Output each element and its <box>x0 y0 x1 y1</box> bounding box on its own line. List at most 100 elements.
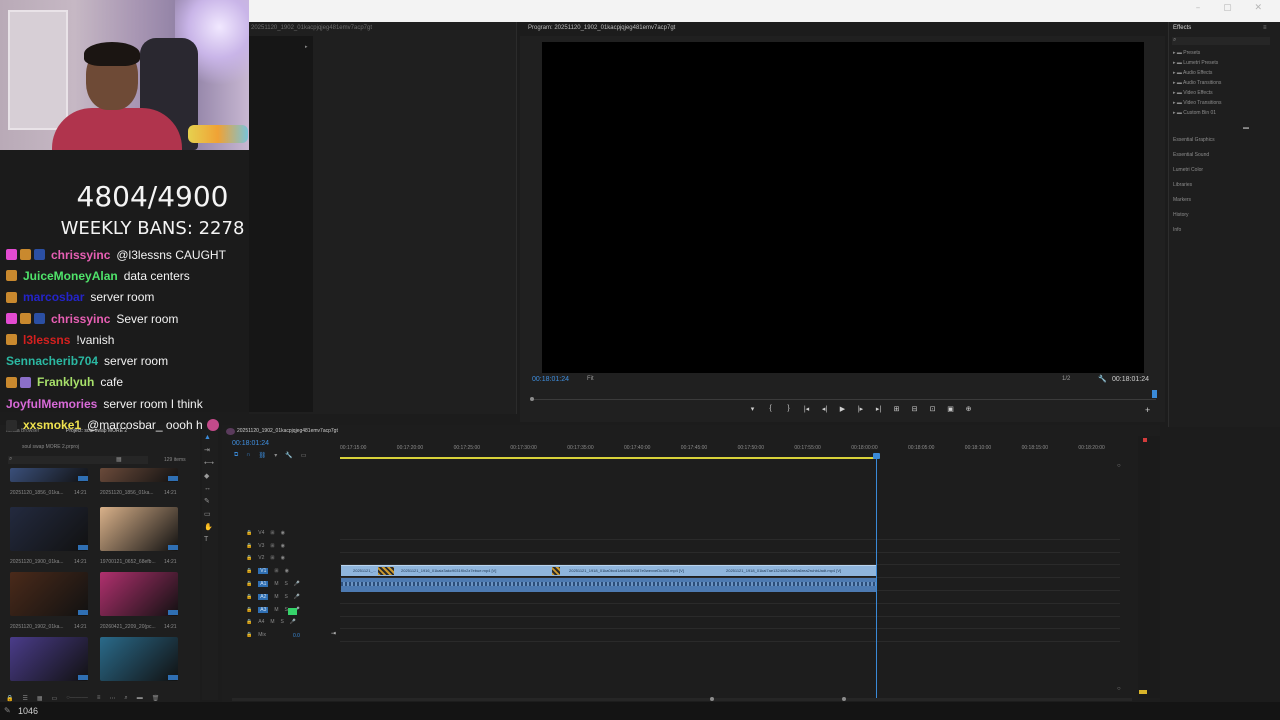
solo-icon[interactable]: S <box>285 594 288 600</box>
track-lane[interactable] <box>340 628 1120 629</box>
work-area-bar[interactable] <box>340 457 876 459</box>
track-select-tool-icon[interactable]: ⇥ <box>204 446 214 454</box>
program-playhead[interactable] <box>1152 390 1157 398</box>
track-label[interactable]: V4 <box>258 530 264 536</box>
captions-icon[interactable]: ▭ <box>301 452 307 459</box>
solo-icon[interactable]: S <box>281 619 284 625</box>
list-view-icon[interactable]: ☰ <box>22 695 27 702</box>
project-clip-thumbnail[interactable] <box>100 507 178 551</box>
extract-button[interactable]: ⊟ <box>910 405 919 413</box>
lock-icon[interactable]: 🔒 <box>246 632 252 638</box>
mark-in-button[interactable]: { <box>766 405 775 413</box>
chat-username[interactable]: marcosbar <box>23 290 84 304</box>
effects-folder[interactable]: ▸ ▬ Custom Bin 01 <box>1173 110 1222 120</box>
project-clip-thumbnail[interactable] <box>10 507 88 551</box>
lock-icon[interactable]: 🔒 <box>246 581 252 587</box>
eye-icon[interactable]: ◉ <box>285 568 289 574</box>
timeline-horizontal-scrollbar[interactable] <box>232 698 1132 701</box>
timeline-sequence-tab[interactable]: 20251120_1902_01kacpjqjeg481emv7acp7gt <box>237 428 338 434</box>
microphone-icon[interactable]: 🎤 <box>294 581 300 587</box>
step-back-button[interactable]: ◂| <box>820 405 829 413</box>
linked-selection-icon[interactable]: ⛓ <box>259 452 267 459</box>
program-monitor-viewport[interactable] <box>542 42 1144 373</box>
sync-lock-icon[interactable]: ⊞ <box>270 530 274 536</box>
track-lane[interactable] <box>340 539 1120 540</box>
chat-username[interactable]: l3lessns <box>23 333 70 347</box>
mute-icon[interactable]: M <box>274 594 278 600</box>
sync-lock-icon[interactable]: ⊞ <box>274 568 278 574</box>
program-monitor-title[interactable]: Program: 20251120_1902_01kacpjqjeg481emv… <box>528 25 675 31</box>
lock-icon[interactable]: 🔒 <box>246 607 252 613</box>
scroll-handle-left[interactable] <box>710 697 714 701</box>
lock-icon[interactable]: 🔒 <box>246 543 252 549</box>
vertical-scroll-handle[interactable]: ○ <box>1117 463 1121 469</box>
chevron-right-icon[interactable]: ▸ <box>305 44 308 50</box>
step-forward-button[interactable]: |▸ <box>856 405 865 413</box>
snap-icon[interactable]: ∩ <box>246 452 250 459</box>
transition-marker[interactable] <box>378 567 394 575</box>
marker-button[interactable]: ▾ <box>748 405 757 413</box>
chat-username[interactable]: JoyfulMemories <box>6 397 97 411</box>
hand-tool-icon[interactable]: ✋ <box>204 523 214 531</box>
track-lane[interactable] <box>340 603 1120 604</box>
lock-icon[interactable]: 🔒 <box>246 619 252 625</box>
mark-out-button[interactable]: } <box>784 405 793 413</box>
track-label[interactable]: V1 <box>258 568 269 574</box>
workspace-panel-item[interactable]: Libraries <box>1173 182 1215 197</box>
track-label[interactable]: Mix <box>258 632 266 638</box>
eye-icon[interactable]: ◉ <box>281 555 285 561</box>
automate-icon[interactable]: ⋯ <box>109 695 115 702</box>
track-lane[interactable] <box>340 552 1120 553</box>
type-tool-icon[interactable]: T <box>204 536 214 543</box>
project-clip-thumbnail[interactable] <box>10 572 88 616</box>
menu-icon[interactable]: ≡ <box>1263 25 1267 31</box>
chat-username[interactable]: xxsmoke1 <box>23 418 81 432</box>
effects-folder[interactable]: ▸ ▬ Video Transitions <box>1173 100 1222 110</box>
freeform-view-icon[interactable]: ▭ <box>52 695 58 702</box>
track-label[interactable]: A3 <box>258 607 269 613</box>
settings-icon[interactable]: 🔧 <box>285 452 292 459</box>
project-clip-thumbnail[interactable] <box>10 637 88 681</box>
track-label[interactable]: V3 <box>258 543 264 549</box>
effects-folder[interactable]: ▸ ▬ Audio Transitions <box>1173 80 1222 90</box>
microphone-icon[interactable]: 🎤 <box>290 619 296 625</box>
bin-icon[interactable]: ▦ <box>116 456 122 463</box>
lock-icon[interactable]: 🔒 <box>246 530 252 536</box>
zoom-slider[interactable]: ○——— <box>66 695 88 702</box>
new-bin-icon[interactable]: ▬ <box>137 695 143 702</box>
selection-tool-icon[interactable]: ▲ <box>204 434 214 441</box>
icon-view-icon[interactable]: ▦ <box>37 695 43 702</box>
track-lane[interactable] <box>340 641 1120 642</box>
mix-arrow-icon[interactable]: ⇥ <box>331 630 336 637</box>
lock-icon[interactable]: 🔒 <box>246 568 252 574</box>
playhead-handle[interactable] <box>873 453 880 459</box>
find-icon[interactable]: ⌕ <box>124 695 127 702</box>
razor-tool-icon[interactable]: ◆ <box>204 472 214 480</box>
mute-icon[interactable]: M <box>274 607 278 613</box>
source-monitor-tab[interactable]: 20251120_1902_01kacpjqjeg481emv7acp7gt <box>251 25 372 31</box>
eye-icon[interactable]: ◉ <box>281 530 285 536</box>
export-frame-button[interactable]: ⊡ <box>928 405 937 413</box>
track-label[interactable]: V2 <box>258 555 264 561</box>
project-clip-thumbnail[interactable] <box>100 468 178 482</box>
project-search-input[interactable] <box>8 456 148 464</box>
rectangle-tool-icon[interactable]: ▭ <box>204 510 214 518</box>
track-label[interactable]: A2 <box>258 594 269 600</box>
ripple-edit-tool-icon[interactable]: ⟷ <box>204 459 214 467</box>
workspace-panel-item[interactable]: Info <box>1173 227 1215 242</box>
chat-username[interactable]: Sennacherib704 <box>6 354 98 368</box>
solo-icon[interactable]: S <box>285 581 288 587</box>
timeline-timecode[interactable]: 00:18:01:24 <box>232 440 269 447</box>
zoom-fit-select[interactable]: Fit <box>587 376 594 382</box>
compare-button[interactable]: ▣ <box>946 405 955 413</box>
lock-icon[interactable]: 🔒 <box>246 594 252 600</box>
microphone-icon[interactable]: 🎤 <box>294 594 300 600</box>
workspace-panel-item[interactable]: Essential Sound <box>1173 152 1215 167</box>
playback-resolution-select[interactable]: 1/2 <box>1062 376 1070 382</box>
wrench-icon[interactable]: 🔧 <box>1098 375 1107 383</box>
mute-icon[interactable]: M <box>270 619 274 625</box>
project-clip-thumbnail[interactable] <box>10 468 88 482</box>
pen-tool-icon[interactable]: ✎ <box>204 497 214 505</box>
mute-icon[interactable]: M <box>274 581 278 587</box>
go-to-in-button[interactable]: |◂ <box>802 405 811 413</box>
